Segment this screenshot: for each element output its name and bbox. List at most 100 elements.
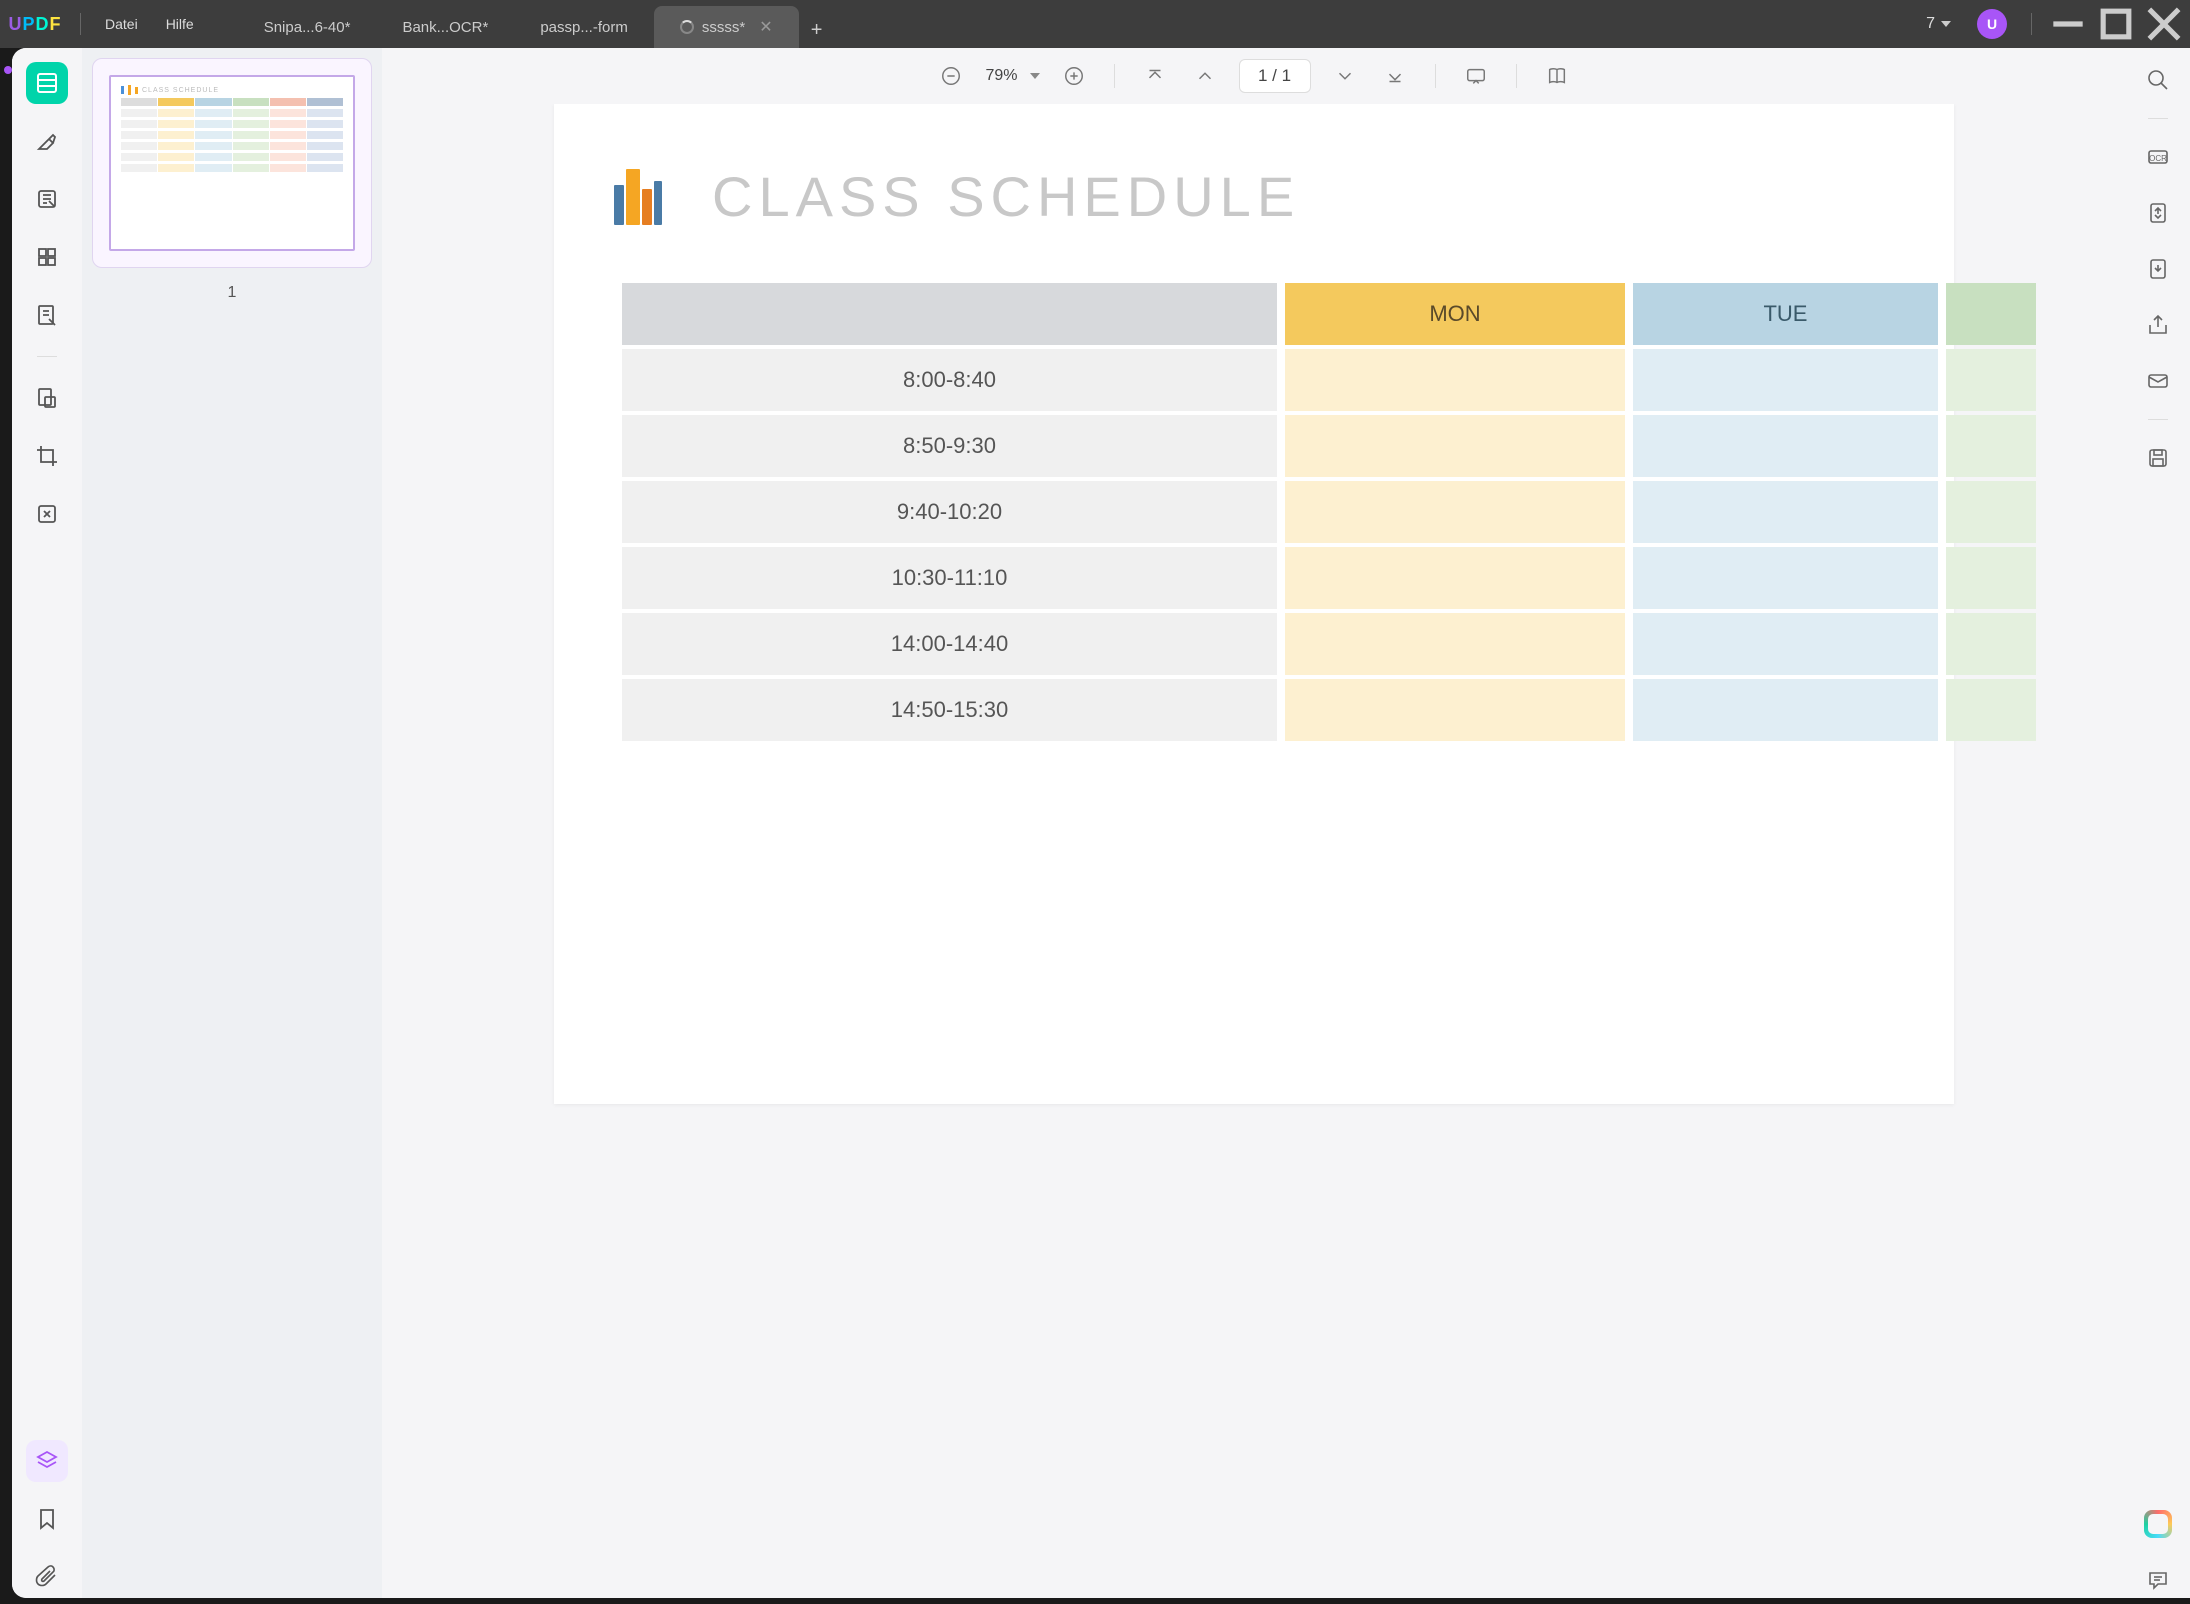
bookmark-tool[interactable] (26, 1498, 68, 1540)
attachment-tool[interactable] (26, 1556, 68, 1598)
document-area: 79% (382, 48, 2126, 1598)
title-bar: UPDF Datei Hilfe Snipa...6-40* Bank...OC… (0, 0, 2190, 48)
counter-value: 7 (1926, 15, 1935, 33)
ai-button[interactable] (2140, 1506, 2176, 1542)
col-wed (1946, 283, 2036, 345)
search-button[interactable] (2140, 62, 2176, 98)
table-row: 10:30-11:10 (622, 547, 2036, 609)
cell-mon (1285, 415, 1625, 477)
highlight-tool[interactable] (26, 120, 68, 162)
separator (1435, 64, 1436, 88)
cell-mon (1285, 349, 1625, 411)
cell-wed (1946, 481, 2036, 543)
document-scroll[interactable]: CLASS SCHEDULE MON TUE 8:00-8:408:50-9:3… (382, 104, 2126, 1598)
chevron-down-icon (1941, 21, 1951, 27)
layers-tool[interactable] (26, 1440, 68, 1482)
schedule-table: MON TUE 8:00-8:408:50-9:309:40-10:2010:3… (614, 279, 2044, 745)
close-icon[interactable]: ✕ (759, 17, 772, 37)
svg-text:OCR: OCR (2149, 154, 2167, 163)
cell-tue (1633, 679, 1938, 741)
table-header-row: MON TUE (622, 283, 2036, 345)
cell-wed (1946, 415, 2036, 477)
tab-3[interactable]: sssss* ✕ (654, 6, 799, 48)
save-button[interactable] (2140, 440, 2176, 476)
tab-2[interactable]: passp...-form (514, 6, 654, 48)
tab-label: sssss* (702, 19, 745, 36)
organize-tool[interactable] (26, 236, 68, 278)
page-thumbnail[interactable]: CLASS SCHEDULE (109, 75, 355, 251)
edit-text-tool[interactable] (26, 178, 68, 220)
cell-tue (1633, 547, 1938, 609)
cell-wed (1946, 547, 2036, 609)
thumbnails-tool[interactable] (26, 62, 68, 104)
menu-file[interactable]: Datei (91, 16, 152, 32)
prev-page-button[interactable] (1189, 60, 1221, 92)
form-tool[interactable] (26, 294, 68, 336)
thumbnail-card[interactable]: CLASS SCHEDULE (92, 58, 372, 268)
cell-tue (1633, 481, 1938, 543)
chevron-down-icon (1030, 73, 1040, 79)
ocr-button[interactable]: OCR (2140, 139, 2176, 175)
separator (2148, 419, 2168, 420)
redact-tool[interactable] (26, 377, 68, 419)
open-docs-counter[interactable]: 7 (1914, 15, 1963, 33)
cell-tue (1633, 349, 1938, 411)
tab-label: passp...-form (540, 19, 628, 36)
compress-tool[interactable] (26, 493, 68, 535)
table-row: 14:50-15:30 (622, 679, 2036, 741)
zoom-value: 79% (985, 67, 1017, 85)
col-time (622, 283, 1277, 345)
cell-mon (1285, 679, 1625, 741)
cell-wed (1946, 679, 2036, 741)
maximize-button[interactable] (2094, 0, 2138, 48)
convert-button[interactable] (2140, 195, 2176, 231)
table-row: 14:00-14:40 (622, 613, 2036, 675)
app-logo: UPDF (0, 14, 70, 35)
document-tabs: Snipa...6-40* Bank...OCR* passp...-form … (238, 0, 1914, 48)
loading-icon (680, 20, 694, 34)
tab-label: Bank...OCR* (402, 19, 488, 36)
thumbnail-panel: CLASS SCHEDULE 1 (82, 48, 382, 1598)
comment-button[interactable] (2140, 1562, 2176, 1598)
zoom-in-button[interactable] (1058, 60, 1090, 92)
zoom-dropdown[interactable]: 79% (985, 67, 1039, 85)
page-header: CLASS SCHEDULE (614, 164, 1914, 229)
close-window-button[interactable] (2142, 0, 2186, 48)
time-cell: 10:30-11:10 (622, 547, 1277, 609)
minimize-button[interactable] (2046, 0, 2090, 48)
time-cell: 8:50-9:30 (622, 415, 1277, 477)
tab-0[interactable]: Snipa...6-40* (238, 6, 377, 48)
new-tab-button[interactable]: + (799, 12, 835, 48)
time-cell: 8:00-8:40 (622, 349, 1277, 411)
separator (1516, 64, 1517, 88)
indicator-dot (4, 66, 12, 74)
user-avatar[interactable]: U (1977, 9, 2007, 39)
reading-mode-button[interactable] (1541, 60, 1573, 92)
cell-mon (1285, 613, 1625, 675)
table-row: 9:40-10:20 (622, 481, 2036, 543)
share-button[interactable] (2140, 307, 2176, 343)
email-button[interactable] (2140, 363, 2176, 399)
next-page-button[interactable] (1329, 60, 1361, 92)
presentation-button[interactable] (1460, 60, 1492, 92)
cell-tue (1633, 613, 1938, 675)
table-row: 8:00-8:40 (622, 349, 2036, 411)
crop-tool[interactable] (26, 435, 68, 477)
cell-wed (1946, 349, 2036, 411)
export-button[interactable] (2140, 251, 2176, 287)
last-page-button[interactable] (1379, 60, 1411, 92)
time-cell: 14:00-14:40 (622, 613, 1277, 675)
right-tool-rail: OCR (2126, 48, 2190, 1598)
zoom-out-button[interactable] (935, 60, 967, 92)
separator (80, 13, 81, 35)
tab-label: Snipa...6-40* (264, 19, 351, 36)
tab-1[interactable]: Bank...OCR* (376, 6, 514, 48)
cell-wed (1946, 613, 2036, 675)
separator (2148, 118, 2168, 119)
thumb-title: CLASS SCHEDULE (142, 87, 219, 94)
page-number-input[interactable] (1239, 59, 1311, 93)
menu-help[interactable]: Hilfe (152, 16, 208, 32)
first-page-button[interactable] (1139, 60, 1171, 92)
cell-mon (1285, 547, 1625, 609)
separator (1114, 64, 1115, 88)
